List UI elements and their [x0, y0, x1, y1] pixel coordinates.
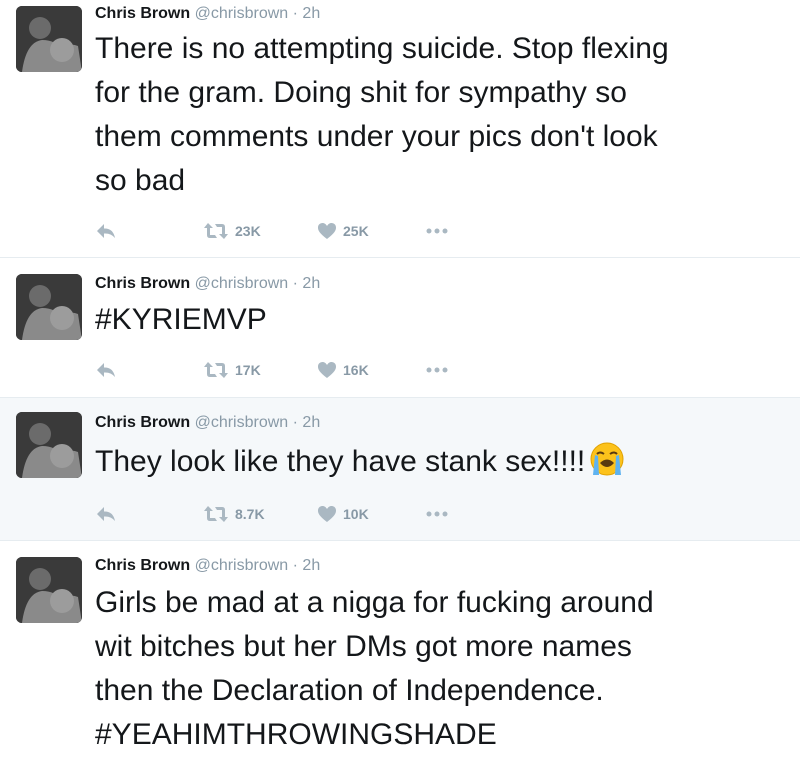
loudly-crying-face-icon: [590, 442, 624, 476]
display-name[interactable]: Chris Brown: [95, 5, 190, 22]
tweet[interactable]: Chris Brown @chrisbrown · 2h Girls be ma…: [0, 541, 800, 761]
like-button[interactable]: 10K: [317, 502, 369, 526]
retweet-icon: [204, 223, 228, 239]
like-button[interactable]: 25K: [317, 219, 369, 243]
more-button[interactable]: [425, 219, 449, 243]
retweet-count: 17K: [235, 362, 261, 378]
retweet-icon: [204, 506, 228, 522]
more-icon: [426, 511, 448, 517]
tweet-text: They look like they have stank sex!!!!: [95, 440, 785, 484]
reply-icon: [97, 507, 115, 521]
screen-name[interactable]: @chrisbrown: [195, 5, 289, 22]
like-count: 25K: [343, 223, 369, 239]
separator: ·: [292, 5, 298, 22]
retweet-button[interactable]: 17K: [203, 358, 261, 382]
more-button[interactable]: [425, 358, 449, 382]
separator: ·: [292, 275, 298, 292]
reply-icon: [97, 224, 115, 238]
tweet-text: #KYRIEMVP: [95, 303, 267, 336]
tweet[interactable]: Chris Brown @chrisbrown · 2h They look l…: [0, 398, 800, 541]
like-button[interactable]: 16K: [317, 358, 369, 382]
retweet-count: 8.7K: [235, 506, 265, 522]
avatar[interactable]: [16, 557, 82, 623]
tweet-header: Chris Brown @chrisbrown · 2h: [95, 275, 320, 293]
display-name[interactable]: Chris Brown: [95, 414, 190, 431]
timestamp[interactable]: 2h: [302, 414, 320, 431]
screen-name[interactable]: @chrisbrown: [195, 414, 289, 431]
display-name[interactable]: Chris Brown: [95, 275, 190, 292]
reply-button[interactable]: [95, 219, 117, 243]
tweet-actions: 23K 25K: [95, 219, 495, 243]
tweet-actions: 17K 16K: [95, 358, 495, 382]
tweet-header: Chris Brown @chrisbrown · 2h: [95, 414, 320, 432]
tweet-header: Chris Brown @chrisbrown · 2h: [95, 557, 320, 575]
avatar[interactable]: [16, 274, 82, 340]
tweet-text: There is no attempting suicide. Stop fle…: [95, 32, 669, 197]
more-button[interactable]: [425, 502, 449, 526]
tweet-actions: 8.7K 10K: [95, 502, 495, 526]
more-icon: [426, 367, 448, 373]
heart-icon: [318, 223, 336, 239]
avatar[interactable]: [16, 412, 82, 478]
timestamp[interactable]: 2h: [302, 5, 320, 22]
tweet-header: Chris Brown @chrisbrown · 2h: [95, 5, 320, 23]
heart-icon: [318, 362, 336, 378]
timestamp[interactable]: 2h: [302, 557, 320, 574]
reply-button[interactable]: [95, 358, 117, 382]
retweet-button[interactable]: 23K: [203, 219, 261, 243]
avatar[interactable]: [16, 6, 82, 72]
timestamp[interactable]: 2h: [302, 275, 320, 292]
retweet-button[interactable]: 8.7K: [203, 502, 265, 526]
separator: ·: [292, 414, 298, 431]
screen-name[interactable]: @chrisbrown: [195, 557, 289, 574]
separator: ·: [292, 557, 298, 574]
retweet-icon: [204, 362, 228, 378]
display-name[interactable]: Chris Brown: [95, 557, 190, 574]
reply-icon: [97, 363, 115, 377]
tweet-text: Girls be mad at a nigga for fucking arou…: [95, 586, 654, 751]
like-count: 10K: [343, 506, 369, 522]
tweet[interactable]: Chris Brown @chrisbrown · 2h #KYRIEMVP 1…: [0, 258, 800, 398]
reply-button[interactable]: [95, 502, 117, 526]
more-icon: [426, 228, 448, 234]
heart-icon: [318, 506, 336, 522]
tweet-text-content: They look like they have stank sex!!!!: [95, 445, 586, 478]
retweet-count: 23K: [235, 223, 261, 239]
screen-name[interactable]: @chrisbrown: [195, 275, 289, 292]
tweet[interactable]: Chris Brown @chrisbrown · 2h There is no…: [0, 0, 800, 258]
like-count: 16K: [343, 362, 369, 378]
